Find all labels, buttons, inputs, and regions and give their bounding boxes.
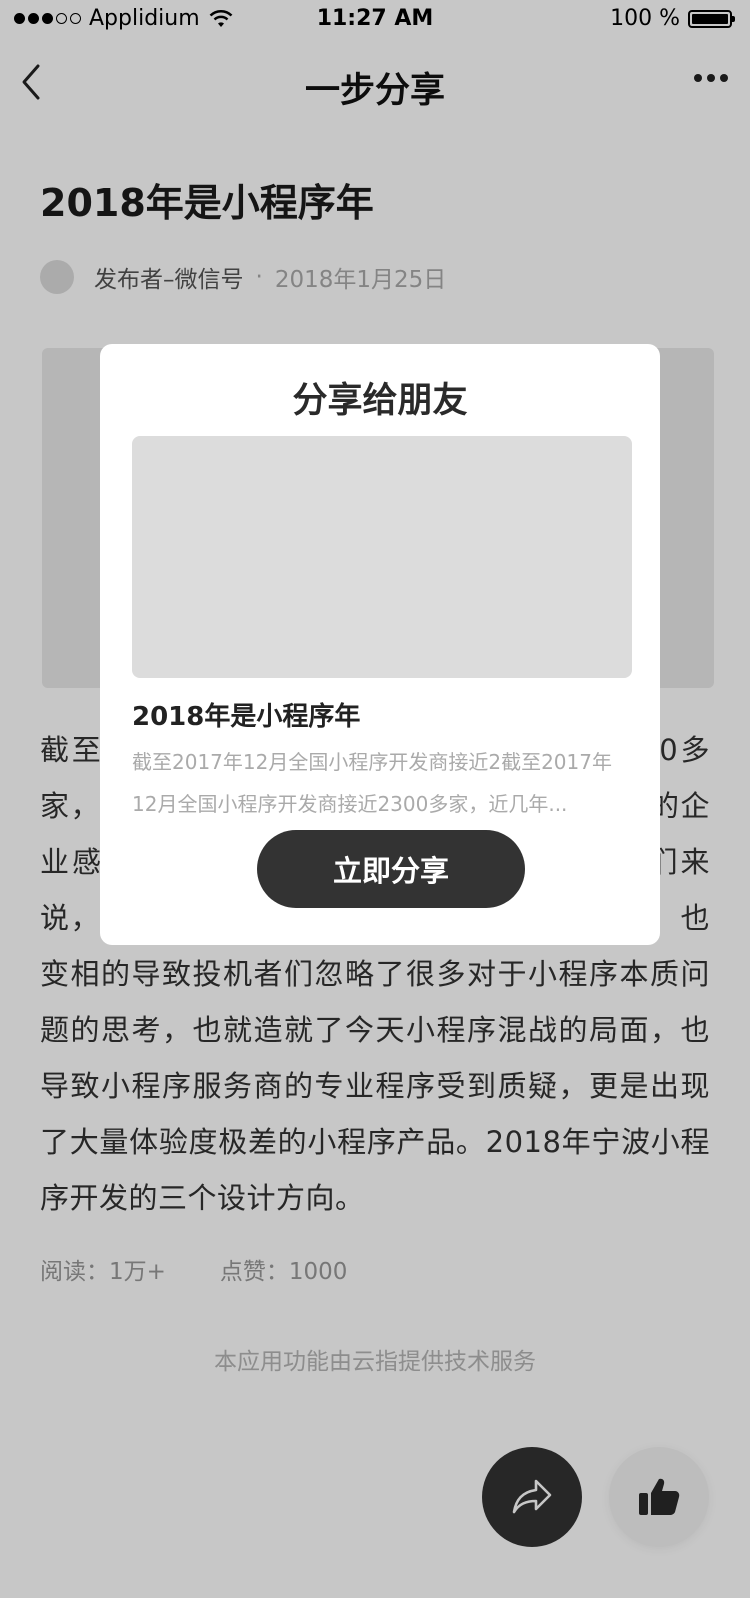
modal-title: 分享给朋友: [292, 381, 468, 421]
share-preview-title: 2018年是小程序年: [132, 702, 361, 732]
share-preview-image: [132, 436, 632, 678]
page: Applidium 11:27 AM 100 % 一步分享 2018年是小程序年: [0, 0, 750, 1598]
share-preview-description: 截至2017年12月全国小程序开发商接近2截至2017年12月全国小程序开发商接…: [132, 750, 612, 816]
share-now-button[interactable]: 立即分享: [257, 830, 525, 908]
share-modal: 分享给朋友 2018年是小程序年 截至2017年12月全国小程序开发商接近2截至…: [100, 344, 660, 945]
